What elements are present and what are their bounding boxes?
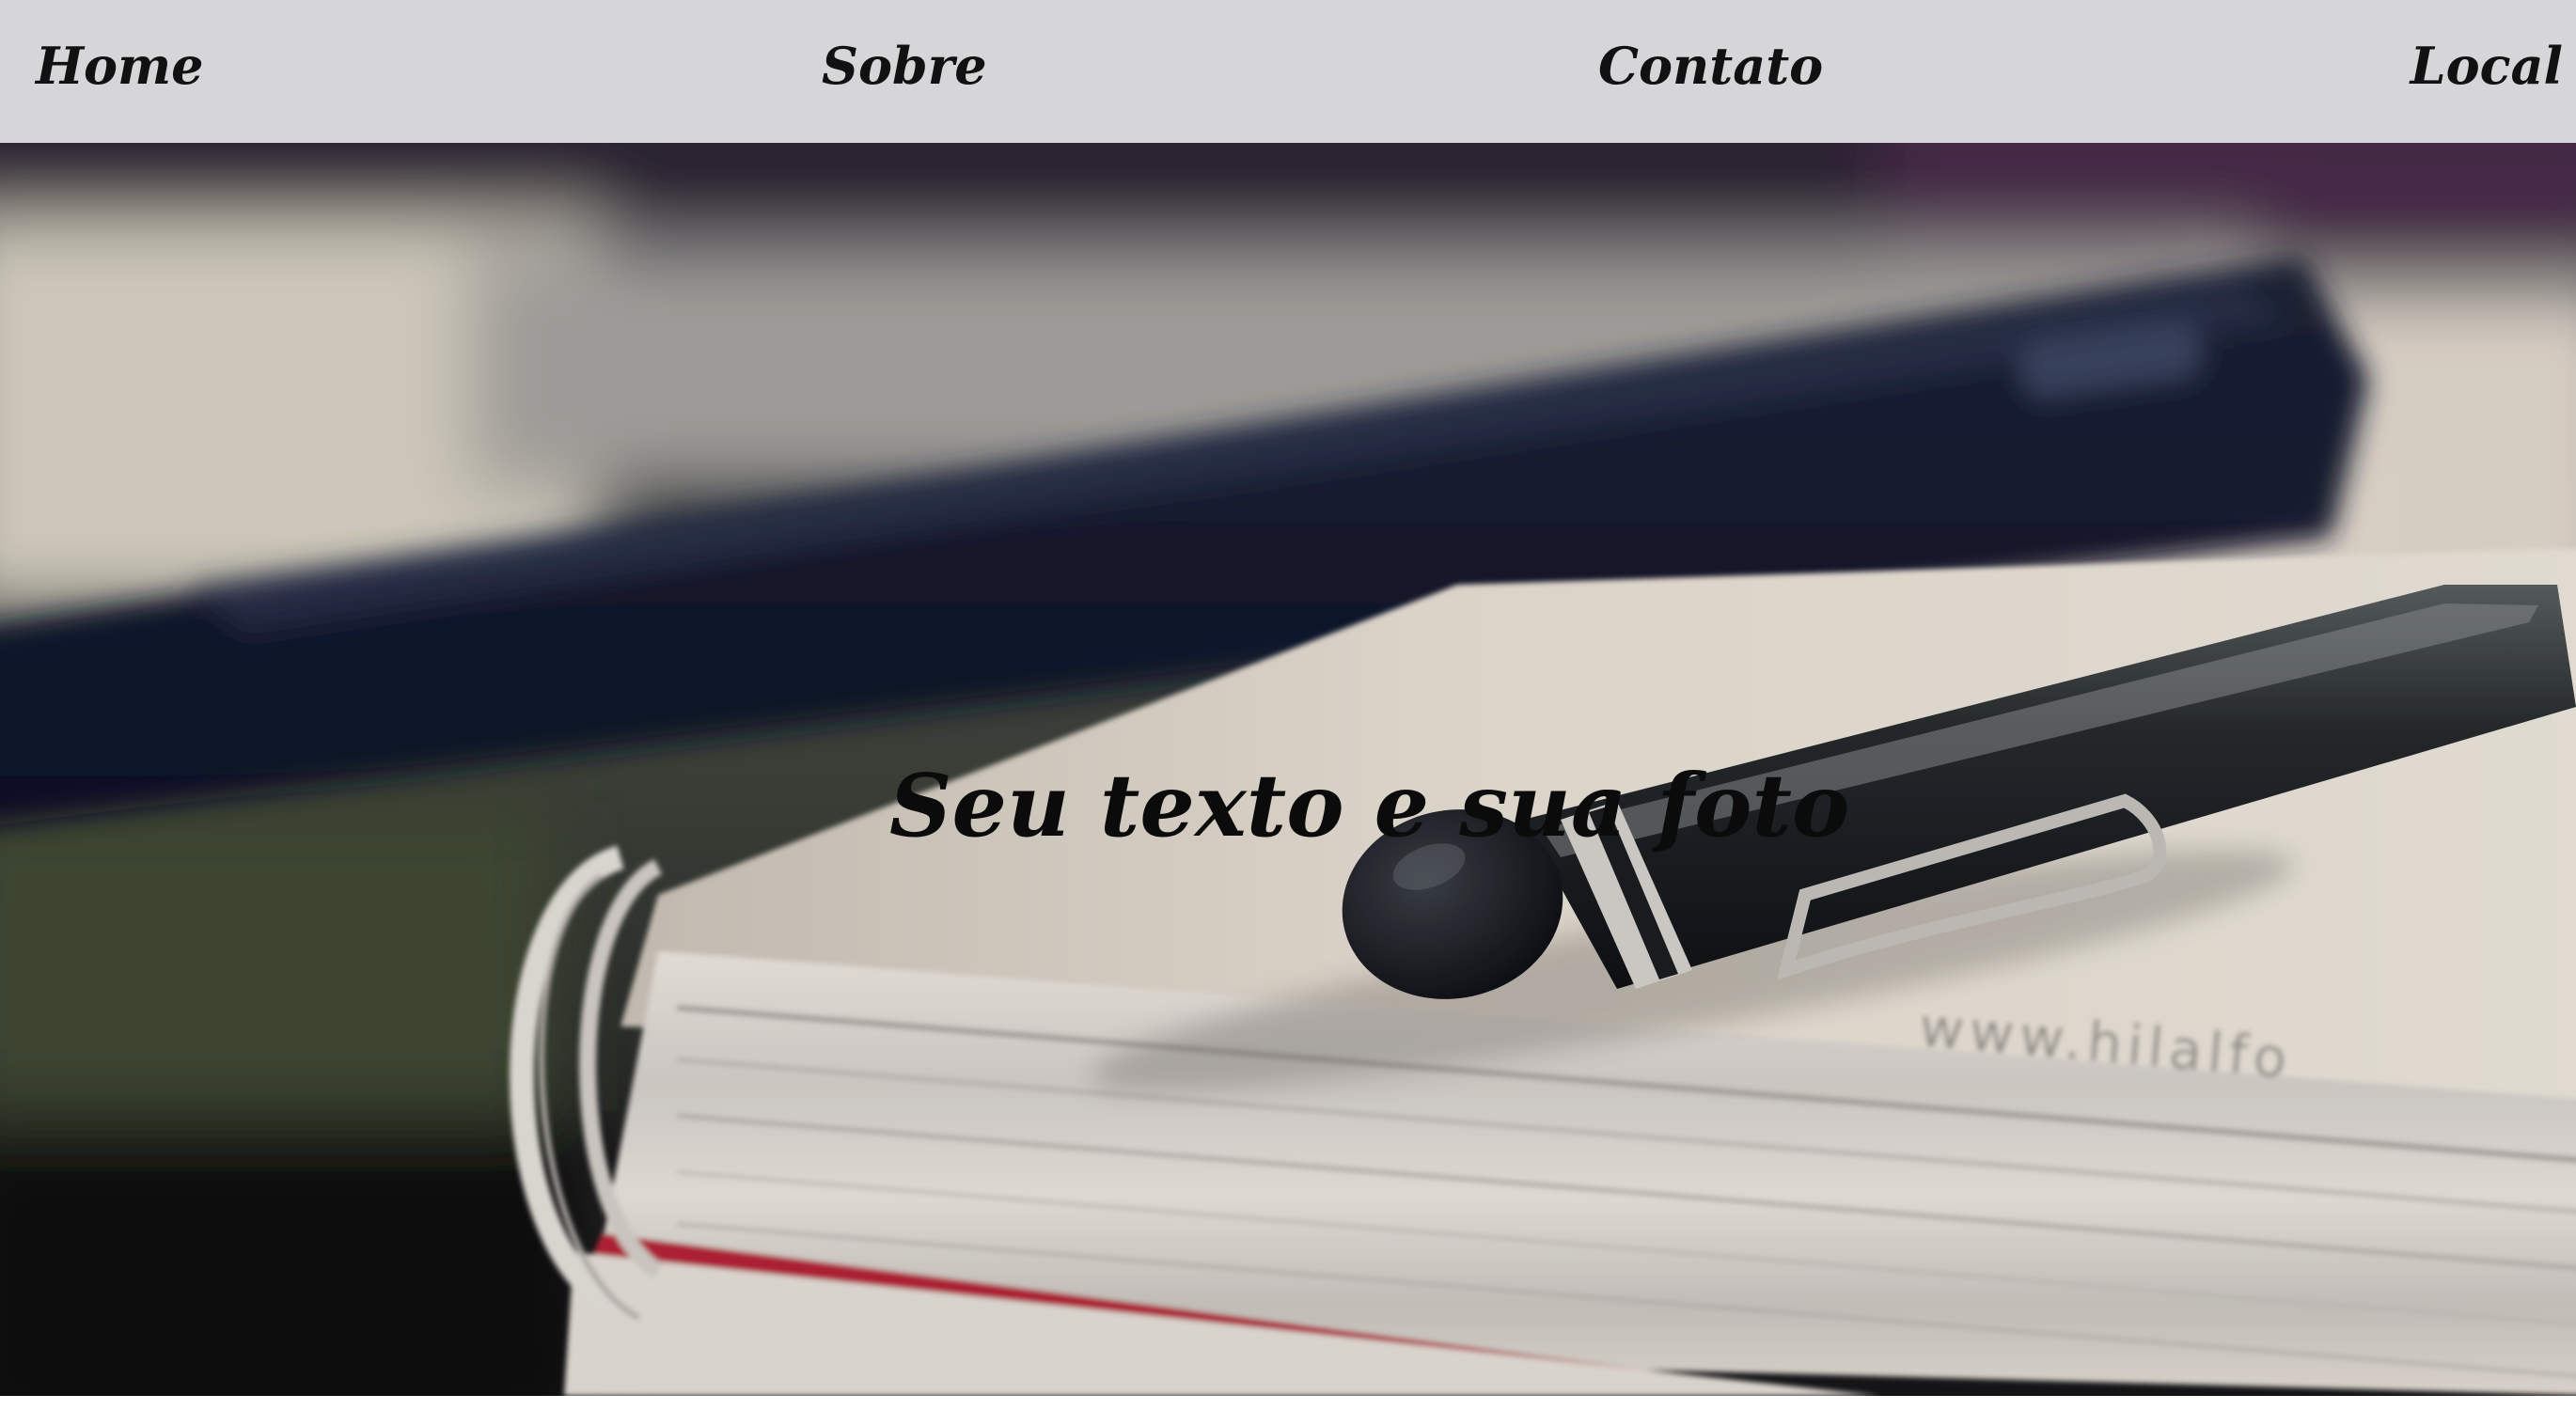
nav-link-contato[interactable]: Contato: [1598, 32, 1823, 107]
nav-link-home[interactable]: Home: [36, 32, 204, 107]
nav-link-local[interactable]: Local: [2411, 32, 2563, 107]
nav-link-sobre[interactable]: Sobre: [822, 32, 987, 107]
page: Home Sobre Contato Local www.hilalfo Seu…: [0, 0, 2576, 1410]
top-navigation: Home Sobre Contato Local: [0, 0, 2576, 143]
hero-section: www.hilalfo Seu texto e sua foto: [0, 143, 2576, 1396]
hero-title: Seu texto e sua foto: [889, 754, 1850, 856]
